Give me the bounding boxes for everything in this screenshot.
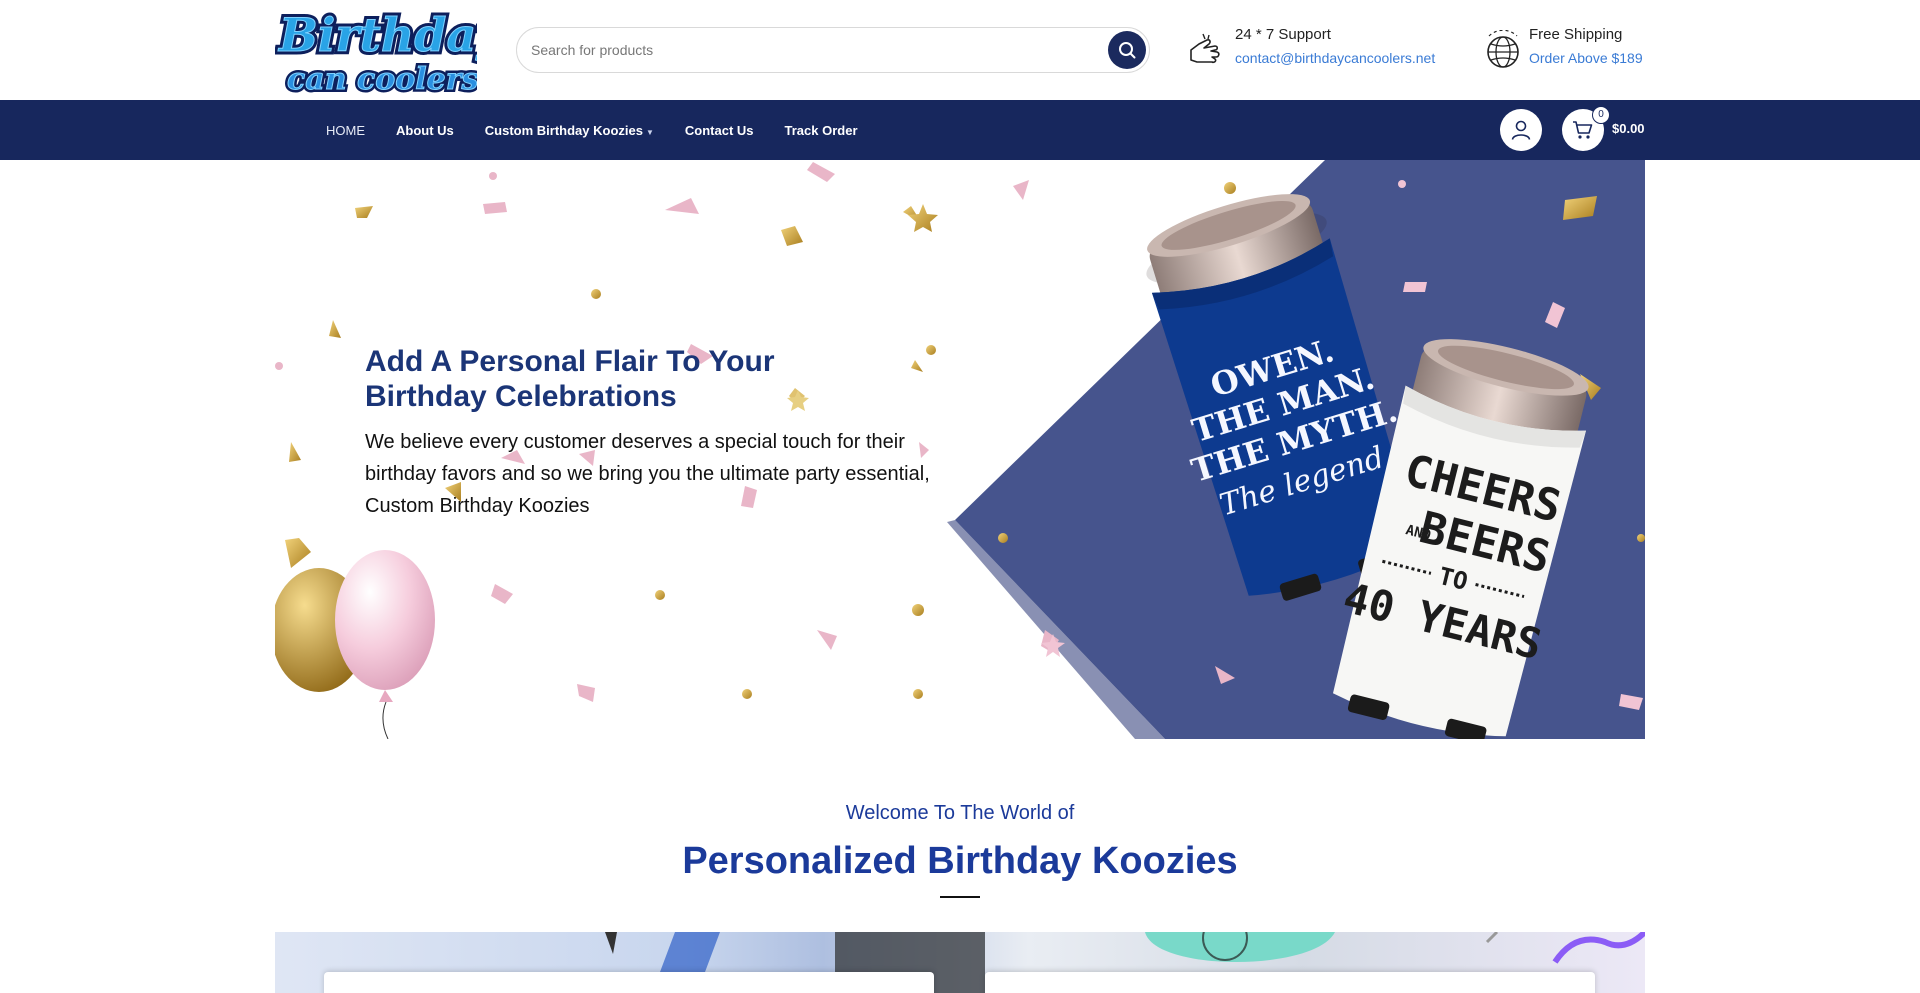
hero-heading: Add A Personal Flair To Your Birthday Ce…: [365, 345, 775, 413]
search-button[interactable]: [1108, 31, 1146, 69]
birthday-can-coolers-logo: Birthday Birthday can coolers can cooler…: [275, 5, 477, 96]
title-divider: [940, 896, 980, 898]
support-info: 24 * 7 Support contact@birthdaycancooler…: [1187, 26, 1447, 72]
banner-card-left: [324, 972, 934, 993]
nav-item-custom-birthday-koozies-label: Custom Birthday Koozies: [484, 122, 643, 138]
hero-description: We believe every customer deserves a spe…: [365, 431, 930, 517]
shipping-title: Free Shipping: [1529, 26, 1623, 43]
svg-text:Birthday: Birthday: [277, 8, 477, 62]
star-shape: [908, 204, 938, 232]
nav-item-home[interactable]: HOME: [326, 123, 365, 138]
shipping-note: Order Above $189: [1529, 50, 1643, 66]
account-button[interactable]: [1500, 109, 1542, 151]
search-bar: [516, 27, 1150, 73]
shipping-info: Free Shipping Order Above $189: [1483, 26, 1648, 72]
cart-count-badge: 0: [1592, 106, 1610, 124]
nav-item-contact-us[interactable]: Contact Us: [685, 123, 754, 138]
welcome-subtitle: Welcome To The World of: [845, 802, 1075, 824]
nav-item-custom-birthday-koozies[interactable]: Custom Birthday Koozies ▼: [485, 123, 654, 138]
svg-text:can coolers: can coolers: [287, 62, 477, 95]
cart-total[interactable]: $0.00: [1612, 121, 1645, 136]
main-navbar: HOME About Us Custom Birthday Koozies ▼ C…: [0, 100, 1920, 160]
welcome-title: Personalized Birthday Koozies: [682, 840, 1238, 882]
nav-menu: HOME About Us Custom Birthday Koozies ▼ C…: [326, 100, 889, 160]
nav-item-track-order[interactable]: Track Order: [785, 123, 858, 138]
banner-card-right: [985, 972, 1595, 993]
site-logo[interactable]: Birthday Birthday can coolers can cooler…: [275, 3, 477, 96]
hero-banner: OWEN. THE MAN. THE MYTH. The legend. CHE…: [275, 160, 1645, 739]
globe-icon: [1487, 30, 1519, 68]
top-header: Birthday Birthday can coolers can cooler…: [0, 0, 1920, 100]
nav-item-about-us[interactable]: About Us: [396, 123, 454, 138]
chevron-down-icon: ▼: [645, 127, 654, 137]
search-input[interactable]: [531, 28, 1091, 72]
support-email-link[interactable]: contact@birthdaycancoolers.net: [1235, 50, 1435, 66]
support-hand-icon: [1190, 33, 1220, 64]
cart-icon: [1573, 121, 1593, 139]
featured-banner: [275, 932, 1645, 993]
support-title: 24 * 7 Support: [1235, 26, 1331, 43]
user-icon: [1511, 120, 1531, 140]
search-icon: [1119, 42, 1136, 59]
